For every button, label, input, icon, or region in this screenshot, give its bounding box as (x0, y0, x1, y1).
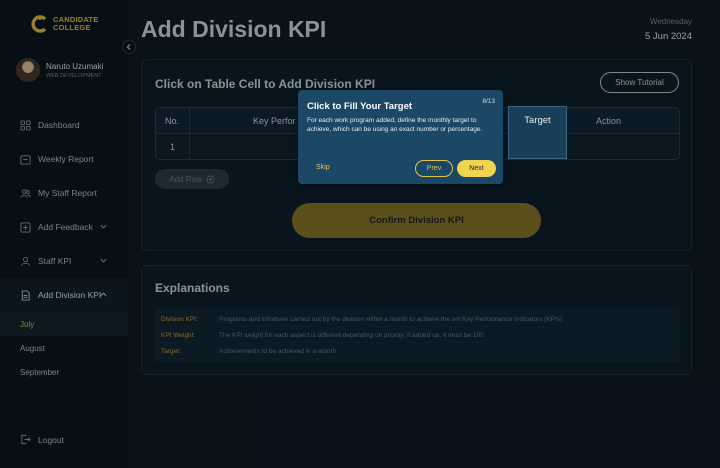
subnav-item-july[interactable]: July (0, 312, 128, 336)
logout-icon (21, 434, 31, 445)
date-day: Wednesday (649, 17, 692, 26)
document-icon (21, 289, 30, 301)
prev-step-button[interactable]: Prev (415, 160, 453, 177)
tutorial-step-counter: 8/13 (482, 98, 495, 105)
sidebar-item-label: Staff KPI (38, 256, 72, 266)
sidebar-item-add-feedback[interactable]: Add Feedback (0, 210, 128, 244)
list-item: Division KPI: Programs and initiatives c… (161, 316, 564, 323)
page-title: Add Division KPI (141, 16, 327, 42)
logout-label: Logout (38, 434, 64, 445)
chevron-down-icon (100, 224, 107, 229)
users-icon (20, 188, 31, 198)
brand-line-2: COLLEGE (53, 23, 91, 32)
target-column-spotlight[interactable]: Target (508, 106, 567, 159)
sidebar-item-label: My Staff Report (38, 188, 97, 198)
column-header-action: Action (596, 116, 622, 126)
sidebar: CANDIDATE COLLEGE Naruto Uzumaki WEB DEV… (0, 0, 128, 468)
column-divider (189, 108, 190, 159)
next-step-button[interactable]: Next (457, 160, 496, 177)
plus-circle-icon (206, 174, 215, 184)
user-icon (20, 256, 31, 266)
sidebar-item-staff-kpi[interactable]: Staff KPI (0, 244, 128, 278)
sidebar-collapse-button[interactable] (122, 40, 136, 54)
card-title: Click on Table Cell to Add Division KPI (155, 77, 376, 91)
skip-tutorial-button[interactable]: Skip (316, 164, 330, 171)
date-full: 5 Jun 2024 (644, 31, 692, 42)
chevron-down-icon (100, 258, 107, 263)
tutorial-popover: Click to Fill Your Target 8/13 For each … (298, 90, 503, 184)
candidate-college-logo-icon (31, 15, 47, 33)
sidebar-item-my-staff-report[interactable]: My Staff Report (0, 176, 128, 210)
column-header-target: Target (524, 115, 551, 126)
subnav-item-september[interactable]: September (0, 360, 128, 384)
explanation-term: Division KPI: (161, 316, 198, 323)
sidebar-item-label: Add Feedback (38, 222, 93, 232)
chevron-up-icon (100, 292, 107, 297)
plus-square-icon (20, 221, 31, 233)
sidebar-item-dashboard[interactable]: Dashboard (0, 108, 128, 142)
column-header-key-performance: Key Perfor (253, 116, 296, 126)
logout-button[interactable]: Logout (20, 434, 64, 445)
sidebar-nav: Dashboard Weekly Report My Staff Report … (0, 108, 128, 384)
tutorial-body: For each work program added, define the … (307, 117, 483, 133)
confirm-division-kpi-button[interactable]: Confirm Division KPI (292, 203, 541, 238)
list-item: Target: Achievements to be achieved in a… (161, 348, 336, 355)
explanation-definition: Achievements to be achieved in a month (219, 348, 337, 355)
subnav-item-august[interactable]: August (0, 336, 128, 360)
explanations-list: Division KPI: Programs and initiatives c… (155, 308, 680, 362)
sidebar-item-label: Add Division KPI (38, 290, 102, 300)
calendar-icon (20, 154, 31, 165)
show-tutorial-button[interactable]: Show Tutorial (600, 72, 679, 93)
profile-role: WEB DEVELOPMENT (46, 72, 102, 79)
explanations-card: Explanations Division KPI: Programs and … (141, 265, 692, 375)
explanation-definition: The KPI weight for each aspect is differ… (219, 332, 486, 339)
avatar (16, 58, 40, 82)
add-row-button[interactable]: Add Row (155, 169, 229, 189)
chevron-left-icon (126, 44, 131, 50)
list-item: KPI Weight: The KPI weight for each aspe… (161, 332, 486, 339)
column-header-no: No. (165, 116, 180, 126)
profile-name: Naruto Uzumaki (46, 61, 104, 71)
explanation-term: Target: (161, 348, 181, 355)
tutorial-title: Click to Fill Your Target (307, 101, 413, 112)
brand-logo[interactable]: CANDIDATE COLLEGE (30, 14, 98, 34)
row-number: 1 (170, 142, 176, 152)
explanations-title: Explanations (155, 281, 230, 295)
explanation-term: KPI Weight: (161, 332, 196, 339)
explanation-definition: Programs and initiatives carried out by … (219, 316, 565, 323)
sidebar-item-label: Weekly Report (38, 154, 94, 164)
user-profile[interactable]: Naruto Uzumaki WEB DEVELOPMENT (16, 58, 103, 82)
grid-icon (20, 119, 31, 131)
add-row-label: Add Row (169, 174, 202, 184)
sidebar-item-label: Dashboard (38, 120, 80, 130)
sidebar-item-weekly-report[interactable]: Weekly Report (0, 142, 128, 176)
sidebar-item-add-division-kpi[interactable]: Add Division KPI (0, 278, 128, 312)
